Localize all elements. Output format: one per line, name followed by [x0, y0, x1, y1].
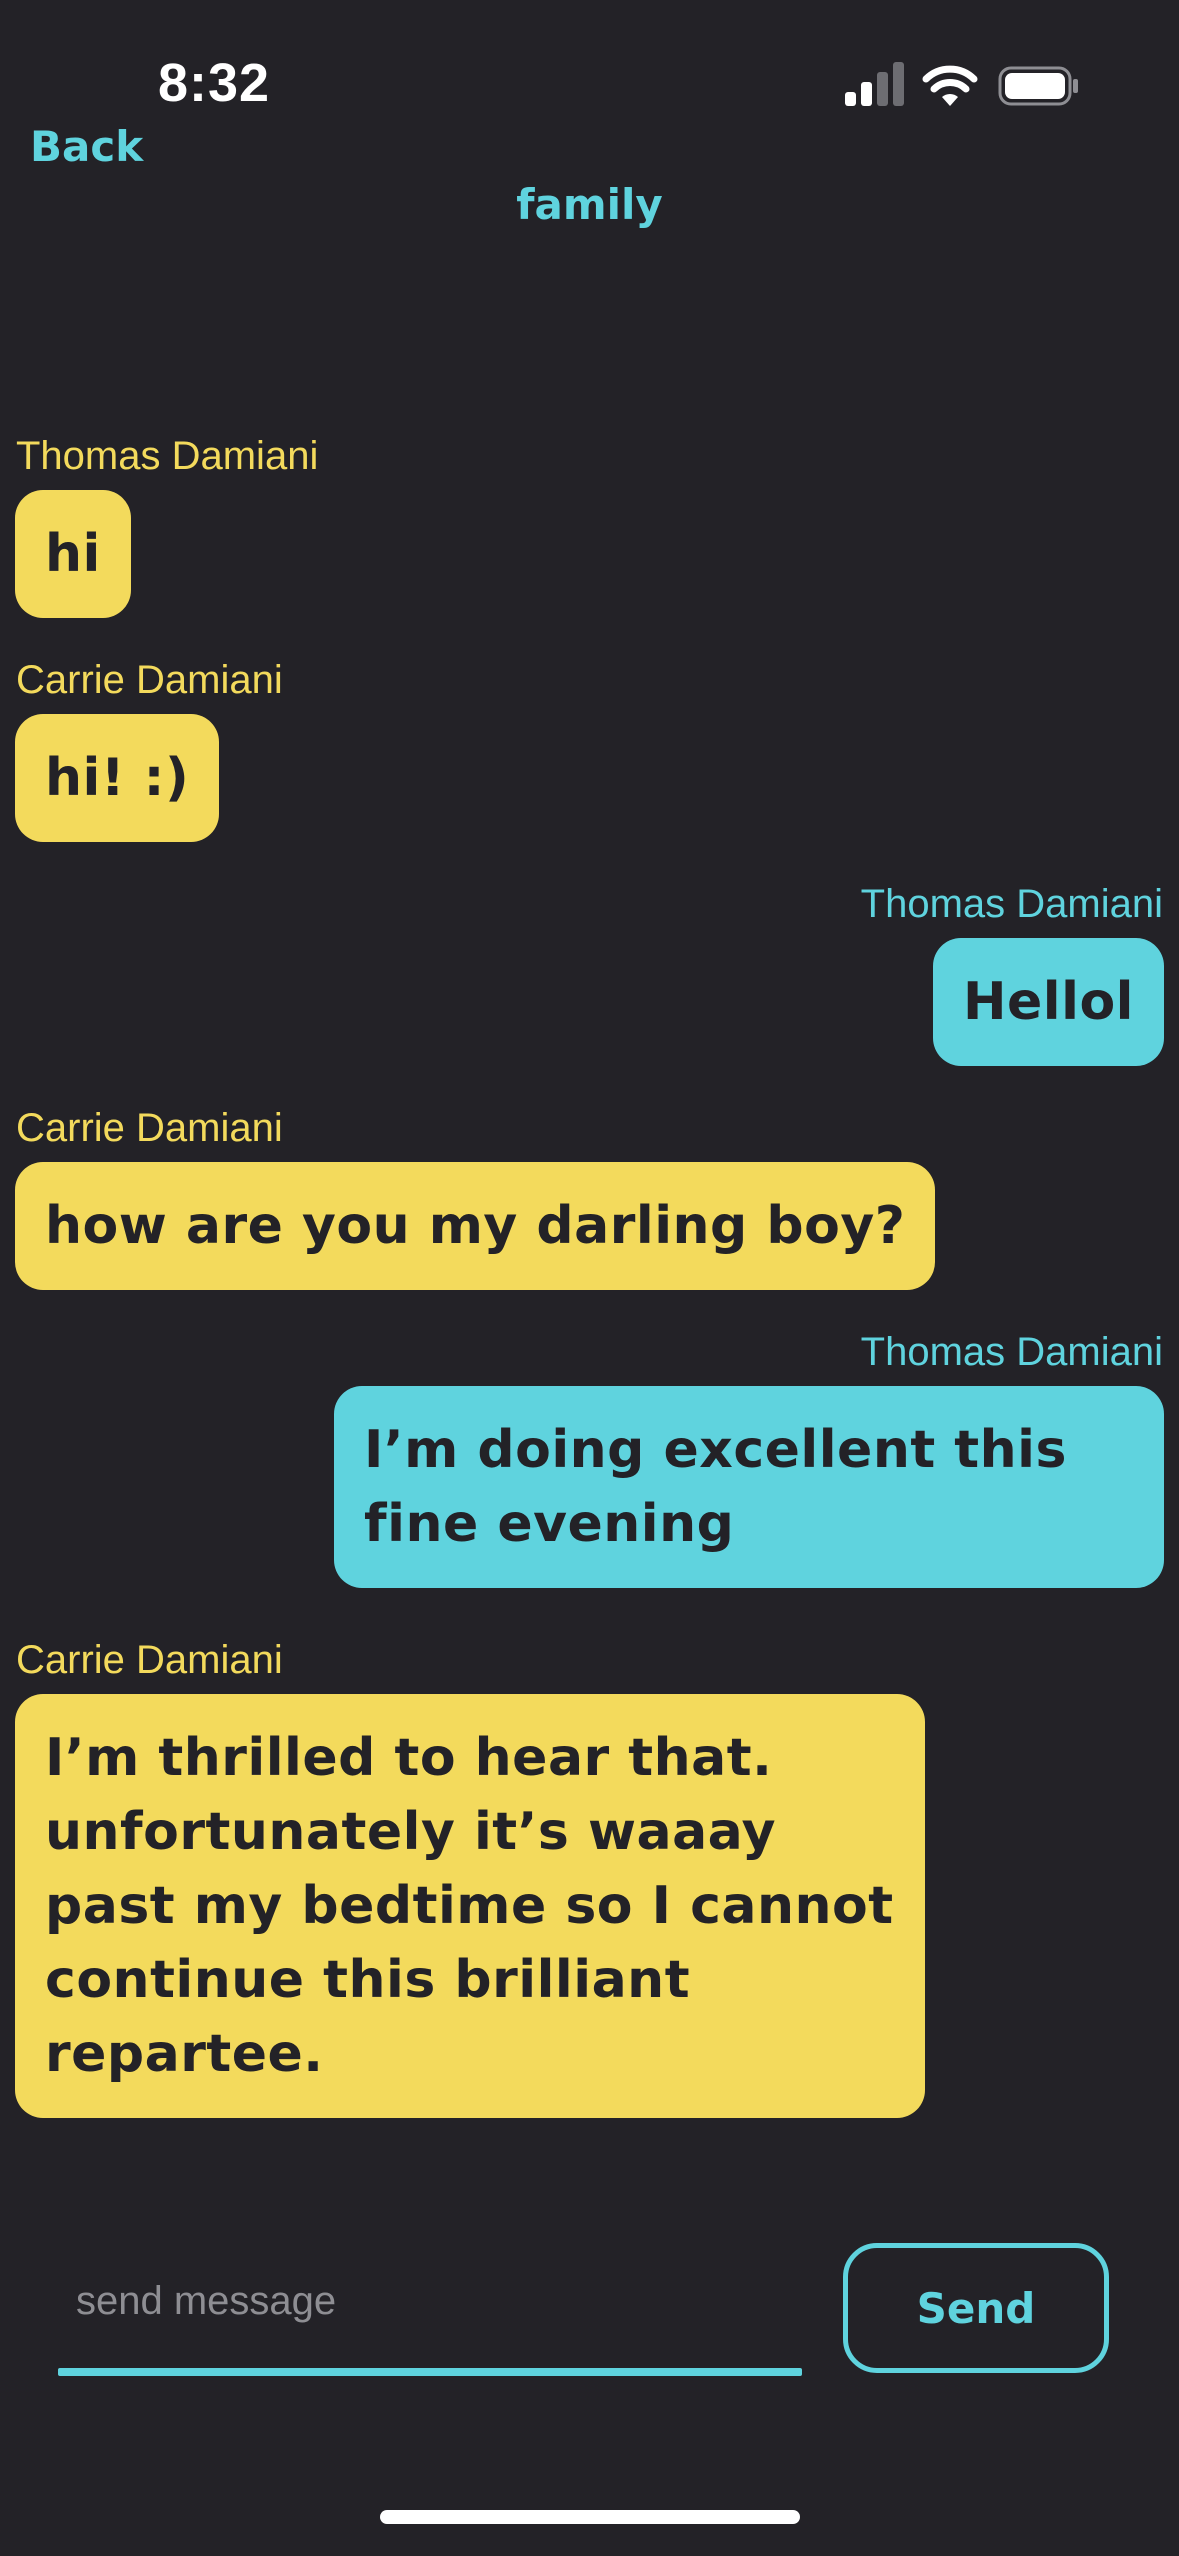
input-underline	[58, 2368, 802, 2376]
back-button[interactable]: Back	[30, 122, 143, 171]
message-sender: Thomas Damiani	[16, 434, 319, 478]
cellular-signal-icon	[845, 62, 904, 106]
conversation-title: family	[516, 180, 663, 229]
home-indicator	[380, 2510, 800, 2524]
message-item: Thomas Damiani hi	[0, 432, 1179, 618]
message-input[interactable]	[58, 2232, 802, 2370]
message-bubble: Hellol	[933, 938, 1164, 1066]
message-sender: Thomas Damiani	[860, 882, 1163, 926]
message-item: Carrie Damiani how are you my darling bo…	[0, 1104, 1179, 1290]
message-bubble: how are you my darling boy?	[15, 1162, 936, 1290]
message-item: Carrie Damiani I’m thrilled to hear that…	[0, 1636, 1179, 2118]
message-item: Thomas Damiani Hellol	[0, 880, 1179, 1066]
message-bubble: hi! :)	[15, 714, 220, 842]
wifi-icon	[922, 65, 978, 106]
send-button[interactable]: Send	[843, 2243, 1109, 2373]
message-sender: Carrie Damiani	[16, 658, 283, 702]
message-composer	[58, 2232, 802, 2376]
message-list[interactable]: Thomas Damiani hi Carrie Damiani hi! :) …	[0, 400, 1179, 2118]
message-item: Carrie Damiani hi! :)	[0, 656, 1179, 842]
status-time: 8:32	[158, 53, 271, 113]
message-bubble: hi	[15, 490, 131, 618]
message-sender: Thomas Damiani	[860, 1330, 1163, 1374]
message-bubble: I’m thrilled to hear that. unfortunately…	[15, 1694, 925, 2118]
message-item: Thomas Damiani I’m doing excellent this …	[0, 1328, 1179, 1588]
status-bar: 8:32	[0, 0, 1179, 150]
message-sender: Carrie Damiani	[16, 1106, 283, 1150]
battery-icon	[998, 66, 1078, 106]
message-sender: Carrie Damiani	[16, 1638, 283, 1682]
message-bubble: I’m doing excellent this fine evening	[334, 1386, 1164, 1588]
